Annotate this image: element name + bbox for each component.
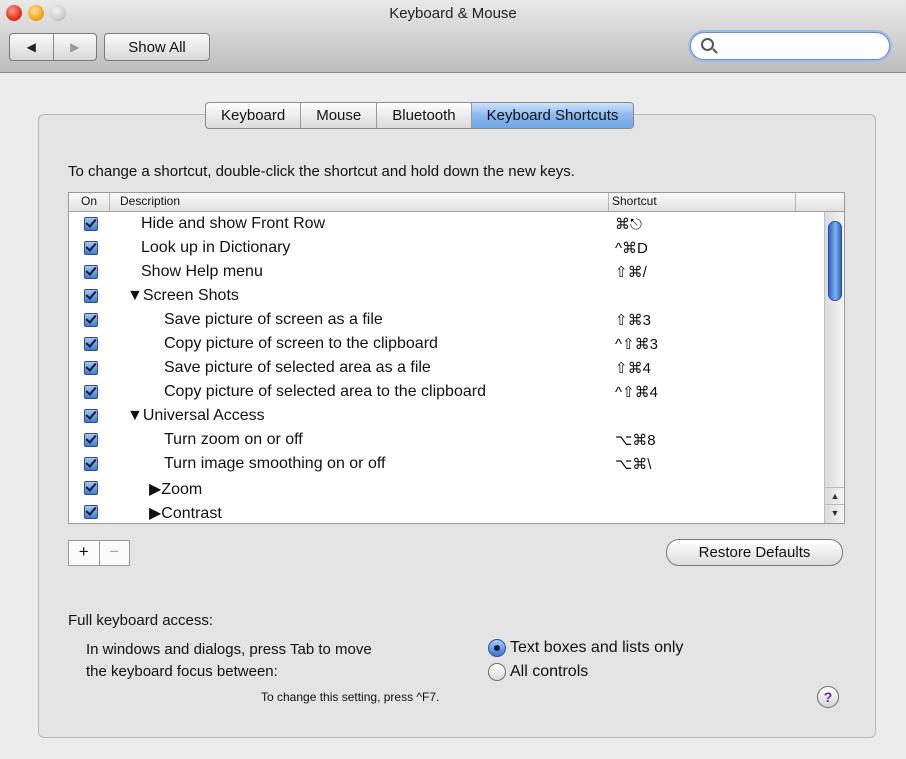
radio-label[interactable]: All controls — [510, 663, 588, 681]
shortcut-description: Look up in Dictionary — [141, 239, 291, 256]
full-keyboard-access-description: In windows and dialogs, press Tab to mov… — [86, 639, 486, 683]
table-header: On Description Shortcut — [69, 193, 844, 212]
shortcut-keys[interactable]: ⇧⌘/ — [615, 263, 647, 281]
table-row-group[interactable]: ▼Universal Access — [69, 405, 824, 429]
shortcut-keys[interactable]: ^⌘D — [615, 239, 648, 257]
shortcut-keys[interactable]: ⇧⌘4 — [615, 359, 651, 377]
column-header-on[interactable]: On — [81, 194, 97, 208]
title-bar: Keyboard & Mouse ◀ ▶ Show All — [0, 0, 906, 73]
radio-button[interactable] — [488, 663, 506, 681]
restore-defaults-button[interactable]: Restore Defaults — [666, 539, 843, 566]
table-row[interactable]: Show Help menu ⇧⌘/ — [69, 261, 824, 285]
shortcut-description: Copy picture of selected area to the cli… — [164, 383, 486, 400]
instruction-text: To change a shortcut, double-click the s… — [68, 163, 575, 180]
table-row-group[interactable]: ▼Screen Shots — [69, 285, 824, 309]
column-divider — [109, 193, 110, 211]
shortcut-description: Copy picture of screen to the clipboard — [164, 335, 438, 352]
group-label[interactable]: ▶Contrast — [149, 503, 222, 523]
shortcut-description: Hide and show Front Row — [141, 215, 326, 232]
group-label[interactable]: ▼Universal Access — [127, 407, 265, 425]
show-all-button[interactable]: Show All — [104, 33, 210, 61]
shortcut-keys[interactable]: ⌥⌘\ — [615, 455, 651, 473]
table-row-group[interactable]: ▶Zoom — [69, 477, 824, 501]
vertical-scrollbar[interactable]: ▲ ▼ — [824, 212, 844, 523]
table-row[interactable]: Turn zoom on or off ⌥⌘8 — [69, 429, 824, 453]
enable-checkbox[interactable] — [84, 241, 98, 255]
enable-checkbox[interactable] — [84, 289, 98, 303]
radio-option-text-boxes[interactable]: Text boxes and lists only — [488, 639, 683, 657]
scroll-up-arrow-icon[interactable]: ▲ — [825, 487, 844, 504]
change-setting-hint: To change this setting, press ^F7. — [261, 690, 440, 704]
table-row[interactable]: Hide and show Front Row ⌘⎋ — [69, 213, 824, 237]
column-header-description[interactable]: Description — [120, 194, 180, 208]
forward-button[interactable]: ▶ — [54, 34, 97, 60]
enable-checkbox[interactable] — [84, 457, 98, 471]
radio-label[interactable]: Text boxes and lists only — [510, 639, 683, 657]
enable-checkbox[interactable] — [84, 481, 98, 495]
scrollbar-thumb[interactable] — [828, 221, 842, 301]
shortcut-description: Show Help menu — [141, 263, 263, 280]
table-row[interactable]: Copy picture of screen to the clipboard … — [69, 333, 824, 357]
radio-button-selected[interactable] — [488, 639, 506, 657]
table-row[interactable]: Turn image smoothing on or off ⌥⌘\ — [69, 453, 824, 477]
enable-checkbox[interactable] — [84, 265, 98, 279]
tab-keyboard-shortcuts[interactable]: Keyboard Shortcuts — [471, 103, 634, 128]
enable-checkbox[interactable] — [84, 313, 98, 327]
enable-checkbox[interactable] — [84, 505, 98, 519]
window-title: Keyboard & Mouse — [389, 5, 517, 22]
navigation-buttons: ◀ ▶ — [9, 33, 97, 61]
search-field[interactable] — [690, 32, 890, 60]
shortcut-description: Turn zoom on or off — [164, 431, 303, 448]
scroll-down-arrow-icon[interactable]: ▼ — [825, 504, 844, 521]
column-divider — [608, 193, 609, 211]
tab-keyboard[interactable]: Keyboard — [206, 103, 302, 128]
group-label[interactable]: ▼Screen Shots — [127, 287, 239, 305]
search-icon — [701, 38, 714, 51]
enable-checkbox[interactable] — [84, 217, 98, 231]
add-remove-buttons: + − — [68, 540, 130, 566]
question-mark-icon: ? — [823, 689, 833, 705]
shortcut-description: Turn image smoothing on or off — [164, 455, 386, 472]
group-label[interactable]: ▶Zoom — [149, 479, 202, 499]
radio-option-all-controls[interactable]: All controls — [488, 663, 588, 681]
table-row[interactable]: Look up in Dictionary ^⌘D — [69, 237, 824, 261]
keyboard-mouse-window: Keyboard & Mouse ◀ ▶ Show All Keyboard M… — [0, 0, 906, 759]
description-line-1: In windows and dialogs, press Tab to mov… — [86, 641, 372, 658]
enable-checkbox[interactable] — [84, 433, 98, 447]
table-row-group[interactable]: ▶Contrast — [69, 501, 824, 523]
shortcut-keys[interactable]: ⇧⌘3 — [615, 311, 651, 329]
table-body: Hide and show Front Row ⌘⎋ Look up in Di… — [69, 213, 824, 523]
back-arrow-icon: ◀ — [26, 40, 36, 54]
enable-checkbox[interactable] — [84, 337, 98, 351]
column-divider — [795, 193, 796, 211]
table-row[interactable]: Save picture of screen as a file ⇧⌘3 — [69, 309, 824, 333]
shortcut-description: Save picture of selected area as a file — [164, 359, 431, 376]
remove-shortcut-button[interactable]: − — [100, 541, 130, 565]
enable-checkbox[interactable] — [84, 361, 98, 375]
column-header-shortcut[interactable]: Shortcut — [612, 194, 657, 208]
shortcut-keys[interactable]: ^⇧⌘4 — [615, 383, 658, 401]
tab-bar: Keyboard Mouse Bluetooth Keyboard Shortc… — [205, 102, 635, 129]
full-keyboard-access-label: Full keyboard access: — [68, 612, 214, 629]
tab-mouse[interactable]: Mouse — [301, 103, 378, 128]
shortcut-description: Save picture of screen as a file — [164, 311, 383, 328]
forward-arrow-icon: ▶ — [70, 40, 80, 54]
description-line-2: the keyboard focus between: — [86, 663, 278, 680]
table-row[interactable]: Copy picture of selected area to the cli… — [69, 381, 824, 405]
add-shortcut-button[interactable]: + — [69, 541, 100, 565]
shortcuts-table[interactable]: On Description Shortcut Hide and show Fr… — [68, 192, 845, 524]
tab-bluetooth[interactable]: Bluetooth — [377, 103, 472, 128]
shortcut-keys[interactable]: ^⇧⌘3 — [615, 335, 658, 353]
table-row[interactable]: Save picture of selected area as a file … — [69, 357, 824, 381]
back-button[interactable]: ◀ — [10, 34, 54, 60]
shortcut-keys[interactable]: ⌥⌘8 — [615, 431, 656, 449]
shortcut-keys[interactable]: ⌘⎋ — [615, 215, 642, 233]
help-button[interactable]: ? — [817, 686, 839, 708]
enable-checkbox[interactable] — [84, 385, 98, 399]
enable-checkbox[interactable] — [84, 409, 98, 423]
search-input[interactable] — [719, 36, 883, 56]
